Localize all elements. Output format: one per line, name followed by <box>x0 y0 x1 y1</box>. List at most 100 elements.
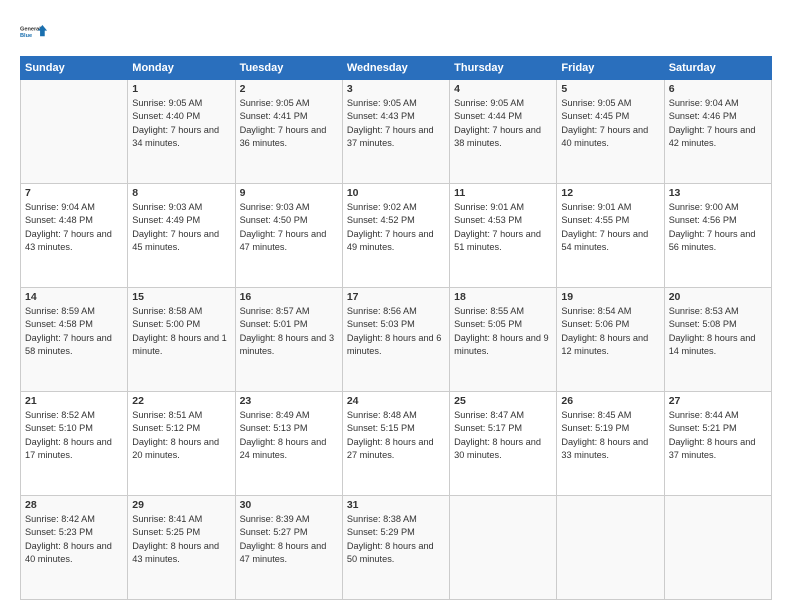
day-cell: 1 Sunrise: 9:05 AM Sunset: 4:40 PM Daylig… <box>128 80 235 184</box>
day-number: 12 <box>561 187 659 199</box>
day-cell: 24Sunrise: 8:48 AM Sunset: 5:15 PM Dayli… <box>342 392 449 496</box>
day-content: Sunrise: 8:58 AM Sunset: 5:00 PM Dayligh… <box>132 305 230 358</box>
week-row-5: 28 Sunrise: 8:42 AM Sunset: 5:23 PM Dayli… <box>21 496 772 600</box>
day-cell: 14 Sunrise: 8:59 AM Sunset: 4:58 PM Dayli… <box>21 288 128 392</box>
day-content: Sunrise: 9:03 AM Sunset: 4:50 PM Dayligh… <box>240 201 338 254</box>
day-cell: 2Sunrise: 9:05 AM Sunset: 4:41 PM Daylig… <box>235 80 342 184</box>
day-content: Sunrise: 8:55 AM Sunset: 5:05 PM Dayligh… <box>454 305 552 358</box>
day-content: Sunrise: 8:49 AM Sunset: 5:13 PM Dayligh… <box>240 409 338 462</box>
day-cell: 22 Sunrise: 8:51 AM Sunset: 5:12 PM Dayli… <box>128 392 235 496</box>
header-cell-tuesday: Tuesday <box>235 57 342 80</box>
day-number: 29 <box>132 499 230 511</box>
day-number: 5 <box>561 83 659 95</box>
day-content: Sunrise: 8:54 AM Sunset: 5:06 PM Dayligh… <box>561 305 659 358</box>
day-number: 22 <box>132 395 230 407</box>
calendar-header: SundayMondayTuesdayWednesdayThursdayFrid… <box>21 57 772 80</box>
day-cell: 9 Sunrise: 9:03 AM Sunset: 4:50 PM Daylig… <box>235 184 342 288</box>
day-cell: 15 Sunrise: 8:58 AM Sunset: 5:00 PM Dayli… <box>128 288 235 392</box>
day-cell: 31Sunrise: 8:38 AM Sunset: 5:29 PM Dayli… <box>342 496 449 600</box>
day-number: 21 <box>25 395 123 407</box>
logo: GeneralBlue <box>20 18 48 46</box>
day-cell: 3Sunrise: 9:05 AM Sunset: 4:43 PM Daylig… <box>342 80 449 184</box>
day-cell: 30Sunrise: 8:39 AM Sunset: 5:27 PM Dayli… <box>235 496 342 600</box>
day-cell: 10 Sunrise: 9:02 AM Sunset: 4:52 PM Dayli… <box>342 184 449 288</box>
logo-icon: GeneralBlue <box>20 18 48 46</box>
day-content: Sunrise: 9:00 AM Sunset: 4:56 PM Dayligh… <box>669 201 767 254</box>
day-number: 24 <box>347 395 445 407</box>
header-cell-wednesday: Wednesday <box>342 57 449 80</box>
day-cell: 7Sunrise: 9:04 AM Sunset: 4:48 PM Daylig… <box>21 184 128 288</box>
day-number: 6 <box>669 83 767 95</box>
day-cell: 6 Sunrise: 9:04 AM Sunset: 4:46 PM Daylig… <box>664 80 771 184</box>
header-cell-monday: Monday <box>128 57 235 80</box>
day-cell: 5 Sunrise: 9:05 AM Sunset: 4:45 PM Daylig… <box>557 80 664 184</box>
day-content: Sunrise: 9:05 AM Sunset: 4:45 PM Dayligh… <box>561 97 659 150</box>
day-content: Sunrise: 9:01 AM Sunset: 4:55 PM Dayligh… <box>561 201 659 254</box>
svg-text:Blue: Blue <box>20 33 32 39</box>
day-number: 13 <box>669 187 767 199</box>
day-content: Sunrise: 8:45 AM Sunset: 5:19 PM Dayligh… <box>561 409 659 462</box>
day-number: 14 <box>25 291 123 303</box>
day-cell: 27 Sunrise: 8:44 AM Sunset: 5:21 PM Dayli… <box>664 392 771 496</box>
calendar-page: GeneralBlue SundayMondayTuesdayWednesday… <box>0 0 792 612</box>
day-content: Sunrise: 8:44 AM Sunset: 5:21 PM Dayligh… <box>669 409 767 462</box>
day-cell: 21 Sunrise: 8:52 AM Sunset: 5:10 PM Dayli… <box>21 392 128 496</box>
svg-text:General: General <box>20 27 41 33</box>
day-content: Sunrise: 9:04 AM Sunset: 4:46 PM Dayligh… <box>669 97 767 150</box>
day-number: 26 <box>561 395 659 407</box>
day-content: Sunrise: 8:39 AM Sunset: 5:27 PM Dayligh… <box>240 513 338 566</box>
day-cell: 29 Sunrise: 8:41 AM Sunset: 5:25 PM Dayli… <box>128 496 235 600</box>
day-number: 9 <box>240 187 338 199</box>
day-cell: 28 Sunrise: 8:42 AM Sunset: 5:23 PM Dayli… <box>21 496 128 600</box>
day-cell <box>664 496 771 600</box>
day-cell: 11 Sunrise: 9:01 AM Sunset: 4:53 PM Dayli… <box>450 184 557 288</box>
day-number: 3 <box>347 83 445 95</box>
day-number: 27 <box>669 395 767 407</box>
week-row-1: 1 Sunrise: 9:05 AM Sunset: 4:40 PM Daylig… <box>21 80 772 184</box>
calendar-table: SundayMondayTuesdayWednesdayThursdayFrid… <box>20 56 772 600</box>
header: GeneralBlue <box>20 18 772 46</box>
day-content: Sunrise: 8:47 AM Sunset: 5:17 PM Dayligh… <box>454 409 552 462</box>
day-cell: 23 Sunrise: 8:49 AM Sunset: 5:13 PM Dayli… <box>235 392 342 496</box>
day-content: Sunrise: 8:41 AM Sunset: 5:25 PM Dayligh… <box>132 513 230 566</box>
header-cell-sunday: Sunday <box>21 57 128 80</box>
header-row: SundayMondayTuesdayWednesdayThursdayFrid… <box>21 57 772 80</box>
week-row-3: 14 Sunrise: 8:59 AM Sunset: 4:58 PM Dayli… <box>21 288 772 392</box>
day-number: 4 <box>454 83 552 95</box>
day-cell: 12 Sunrise: 9:01 AM Sunset: 4:55 PM Dayli… <box>557 184 664 288</box>
day-number: 11 <box>454 187 552 199</box>
day-cell: 8Sunrise: 9:03 AM Sunset: 4:49 PM Daylig… <box>128 184 235 288</box>
day-content: Sunrise: 9:05 AM Sunset: 4:44 PM Dayligh… <box>454 97 552 150</box>
day-number: 10 <box>347 187 445 199</box>
day-cell: 16 Sunrise: 8:57 AM Sunset: 5:01 PM Dayli… <box>235 288 342 392</box>
day-content: Sunrise: 8:38 AM Sunset: 5:29 PM Dayligh… <box>347 513 445 566</box>
day-cell <box>557 496 664 600</box>
day-cell: 19 Sunrise: 8:54 AM Sunset: 5:06 PM Dayli… <box>557 288 664 392</box>
day-number: 28 <box>25 499 123 511</box>
day-cell: 4 Sunrise: 9:05 AM Sunset: 4:44 PM Daylig… <box>450 80 557 184</box>
day-number: 16 <box>240 291 338 303</box>
day-content: Sunrise: 8:57 AM Sunset: 5:01 PM Dayligh… <box>240 305 338 358</box>
day-cell: 17 Sunrise: 8:56 AM Sunset: 5:03 PM Dayli… <box>342 288 449 392</box>
day-content: Sunrise: 8:42 AM Sunset: 5:23 PM Dayligh… <box>25 513 123 566</box>
day-content: Sunrise: 8:52 AM Sunset: 5:10 PM Dayligh… <box>25 409 123 462</box>
day-content: Sunrise: 9:04 AM Sunset: 4:48 PM Dayligh… <box>25 201 123 254</box>
day-number: 1 <box>132 83 230 95</box>
day-content: Sunrise: 9:02 AM Sunset: 4:52 PM Dayligh… <box>347 201 445 254</box>
day-content: Sunrise: 8:51 AM Sunset: 5:12 PM Dayligh… <box>132 409 230 462</box>
day-number: 15 <box>132 291 230 303</box>
week-row-2: 7Sunrise: 9:04 AM Sunset: 4:48 PM Daylig… <box>21 184 772 288</box>
header-cell-friday: Friday <box>557 57 664 80</box>
day-content: Sunrise: 9:01 AM Sunset: 4:53 PM Dayligh… <box>454 201 552 254</box>
day-content: Sunrise: 8:59 AM Sunset: 4:58 PM Dayligh… <box>25 305 123 358</box>
day-number: 18 <box>454 291 552 303</box>
day-number: 17 <box>347 291 445 303</box>
day-cell: 26 Sunrise: 8:45 AM Sunset: 5:19 PM Dayli… <box>557 392 664 496</box>
day-number: 2 <box>240 83 338 95</box>
day-content: Sunrise: 9:05 AM Sunset: 4:40 PM Dayligh… <box>132 97 230 150</box>
day-content: Sunrise: 8:53 AM Sunset: 5:08 PM Dayligh… <box>669 305 767 358</box>
day-number: 19 <box>561 291 659 303</box>
header-cell-thursday: Thursday <box>450 57 557 80</box>
day-number: 23 <box>240 395 338 407</box>
day-content: Sunrise: 8:56 AM Sunset: 5:03 PM Dayligh… <box>347 305 445 358</box>
